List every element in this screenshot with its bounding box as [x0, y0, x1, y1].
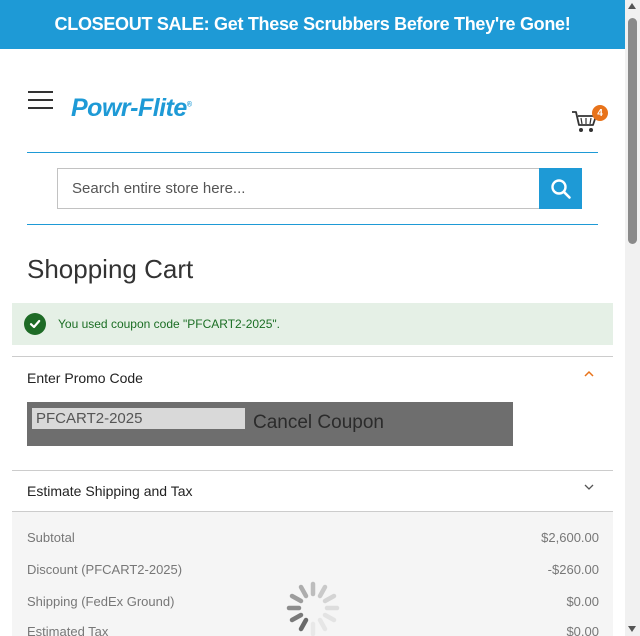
totals-label: Estimated Tax [27, 624, 109, 636]
brand-logo[interactable]: Powr-Flite® [71, 94, 192, 123]
totals-label: Subtotal [27, 530, 75, 545]
shipping-tax-toggle[interactable]: Estimate Shipping and Tax [27, 483, 193, 499]
totals-value: $0.00 [566, 594, 599, 609]
totals-value: $0.00 [566, 624, 599, 636]
search-input[interactable] [57, 168, 540, 209]
logo-text: Powr-Flite [71, 94, 187, 122]
promo-code-toggle[interactable]: Enter Promo Code [27, 370, 143, 386]
totals-label: Shipping (FedEx Ground) [27, 594, 175, 609]
totals-label: Discount (PFCART2-2025) [27, 562, 183, 577]
logo-mark: ® [186, 101, 192, 109]
promo-banner-text: CLOSEOUT SALE: Get These Scrubbers Befor… [54, 14, 571, 34]
header-divider-top [27, 152, 598, 153]
cart-count-badge: 4 [592, 105, 608, 121]
totals-value: -$260.00 [547, 562, 599, 577]
header-divider-bottom [27, 224, 598, 225]
scrollbar-thumb[interactable] [628, 18, 637, 244]
search-icon [550, 178, 571, 199]
scroll-down-icon[interactable] [628, 626, 636, 632]
promo-banner[interactable]: CLOSEOUT SALE: Get These Scrubbers Befor… [0, 0, 625, 49]
loading-spinner-icon [286, 581, 340, 636]
success-message-text: You used coupon code "PFCART2-2025". [58, 317, 280, 331]
promo-code-form: Cancel Coupon [27, 402, 513, 446]
totals-value: $2,600.00 [541, 530, 599, 545]
cart-button[interactable]: 4 [571, 105, 611, 136]
page-scrollbar[interactable] [625, 0, 640, 636]
scroll-up-icon[interactable] [628, 3, 636, 9]
page-title: Shopping Cart [27, 254, 194, 284]
search-button[interactable] [539, 168, 582, 209]
check-circle-icon [24, 313, 46, 335]
promo-code-input[interactable] [32, 408, 245, 429]
chevron-down-icon[interactable] [584, 482, 594, 492]
cancel-coupon-button[interactable]: Cancel Coupon [253, 412, 384, 434]
chevron-up-icon[interactable] [584, 369, 594, 379]
coupon-success-message: You used coupon code "PFCART2-2025". [12, 303, 613, 345]
menu-icon[interactable] [28, 91, 53, 111]
